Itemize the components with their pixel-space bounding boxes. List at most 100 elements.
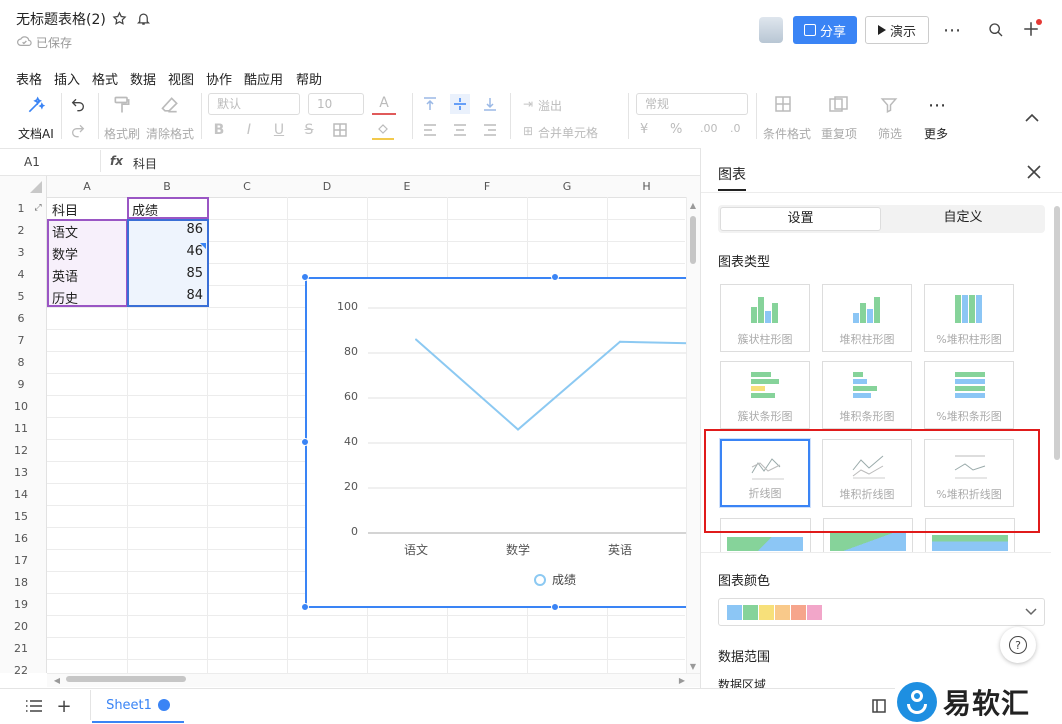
overflow-select[interactable]: 溢出	[538, 97, 562, 114]
panel-scrollbar-thumb[interactable]	[1054, 206, 1060, 460]
row-header-22[interactable]: 22	[10, 664, 32, 677]
align-right-icon[interactable]	[480, 120, 500, 140]
resize-handle[interactable]	[551, 273, 559, 281]
select-all-corner[interactable]	[30, 181, 42, 193]
resize-handle[interactable]	[301, 438, 309, 446]
more-icon[interactable]: ⋯	[940, 20, 964, 41]
row-header-16[interactable]: 16	[10, 532, 32, 545]
scroll-up-icon[interactable]: ▲	[688, 200, 698, 210]
cell-b3[interactable]: 46	[132, 244, 203, 259]
expand-row-icon[interactable]: ⤢	[32, 202, 44, 214]
bell-icon[interactable]	[134, 9, 152, 27]
filter-icon[interactable]	[874, 94, 904, 116]
font-select[interactable]: 默认	[208, 93, 300, 115]
scroll-right-icon[interactable]: ▶	[677, 675, 687, 685]
row-header-6[interactable]: 6	[10, 312, 32, 325]
fill-color-icon[interactable]	[372, 120, 394, 140]
align-bottom-icon[interactable]	[480, 94, 500, 114]
bold-icon[interactable]: B	[210, 120, 228, 140]
align-middle-icon[interactable]	[450, 94, 470, 114]
column-header-b[interactable]: B	[127, 177, 207, 197]
row-header-19[interactable]: 19	[10, 598, 32, 611]
italic-icon[interactable]: I	[240, 120, 258, 140]
row-header-7[interactable]: 7	[10, 334, 32, 347]
formula-input[interactable]: 科目	[133, 155, 157, 172]
cell-b4[interactable]: 85	[132, 266, 203, 281]
avatar[interactable]	[759, 17, 783, 43]
align-center-icon[interactable]	[450, 120, 470, 140]
column-header-g[interactable]: G	[527, 177, 607, 197]
strikethrough-icon[interactable]: S	[300, 120, 318, 140]
add-sheet-icon[interactable]: +	[54, 696, 74, 717]
cell-reference[interactable]: A1	[24, 155, 40, 169]
row-header-15[interactable]: 15	[10, 510, 32, 523]
percent-button[interactable]: %	[670, 122, 682, 137]
color-palette-select[interactable]	[718, 598, 1045, 626]
menu-help[interactable]: 帮助	[296, 69, 322, 88]
merge-cells-button[interactable]: 合并单元格	[538, 124, 598, 141]
menu-table[interactable]: 表格	[16, 69, 42, 88]
present-button[interactable]: 演示	[865, 16, 929, 44]
chart-type-card-2[interactable]: %堆积柱形图	[924, 284, 1014, 352]
cell-b1[interactable]: 成绩	[132, 200, 158, 219]
column-header-e[interactable]: E	[367, 177, 447, 197]
row-header-1[interactable]: 1	[10, 202, 32, 215]
share-button[interactable]: 分享	[793, 16, 857, 44]
resize-handle[interactable]	[301, 273, 309, 281]
search-icon[interactable]	[986, 20, 1006, 40]
menu-apps[interactable]: 酷应用	[244, 69, 283, 88]
collapse-toolbar-icon[interactable]	[1022, 108, 1042, 128]
cell-a4[interactable]: 英语	[52, 266, 78, 285]
star-icon[interactable]	[110, 9, 128, 27]
row-header-17[interactable]: 17	[10, 554, 32, 567]
column-header-d[interactable]: D	[287, 177, 367, 197]
eraser-icon[interactable]	[158, 94, 182, 116]
row-header-14[interactable]: 14	[10, 488, 32, 501]
row-header-10[interactable]: 10	[10, 400, 32, 413]
conditional-format-icon[interactable]	[770, 94, 800, 116]
row-header-21[interactable]: 21	[10, 642, 32, 655]
chart-type-card-5[interactable]: %堆积条形图	[924, 361, 1014, 429]
column-header-a[interactable]: A	[47, 177, 127, 197]
document-title[interactable]: 无标题表格(2)	[16, 9, 106, 29]
row-header-9[interactable]: 9	[10, 378, 32, 391]
sheet-tab[interactable]: Sheet1	[92, 689, 184, 723]
border-icon[interactable]	[330, 120, 350, 140]
increase-decimal-button[interactable]: .00	[700, 122, 718, 135]
column-header-f[interactable]: F	[447, 177, 527, 197]
currency-button[interactable]: ¥	[640, 122, 648, 137]
row-header-13[interactable]: 13	[10, 466, 32, 479]
close-icon[interactable]	[1024, 162, 1044, 182]
row-header-2[interactable]: 2	[10, 224, 32, 237]
chart-type-card-1[interactable]: 堆积柱形图	[822, 284, 912, 352]
row-header-18[interactable]: 18	[10, 576, 32, 589]
align-top-icon[interactable]	[420, 94, 440, 114]
menu-data[interactable]: 数据	[130, 69, 156, 88]
number-format-select[interactable]: 常规	[636, 93, 748, 115]
cell-a5[interactable]: 历史	[52, 288, 78, 307]
tab-custom[interactable]: 自定义	[883, 207, 1043, 231]
cell-a2[interactable]: 语文	[52, 222, 78, 241]
ai-label[interactable]: 文档AI	[18, 125, 54, 142]
vertical-scrollbar-thumb[interactable]	[690, 216, 696, 264]
chart-type-card-0[interactable]: 簇状柱形图	[720, 284, 810, 352]
cell-a3[interactable]: 数学	[52, 244, 78, 263]
scroll-left-icon[interactable]: ◀	[52, 675, 62, 685]
row-header-4[interactable]: 4	[10, 268, 32, 281]
menu-format[interactable]: 格式	[92, 69, 118, 88]
menu-insert[interactable]: 插入	[54, 69, 80, 88]
format-brush-icon[interactable]	[110, 94, 134, 116]
decrease-decimal-button[interactable]: .0	[730, 122, 741, 135]
align-left-icon[interactable]	[420, 120, 440, 140]
help-button[interactable]: ?	[1000, 627, 1036, 663]
cell-b5[interactable]: 84	[132, 288, 203, 303]
undo-icon[interactable]	[68, 94, 88, 114]
font-color-icon[interactable]: A	[372, 93, 396, 115]
resize-handle[interactable]	[551, 603, 559, 611]
layout-icon[interactable]	[870, 697, 888, 715]
row-header-5[interactable]: 5	[10, 290, 32, 303]
horizontal-scrollbar-thumb[interactable]	[66, 676, 186, 682]
ai-wand-icon[interactable]	[24, 94, 48, 116]
underline-icon[interactable]: U	[270, 120, 288, 140]
chart-type-card-3[interactable]: 簇状条形图	[720, 361, 810, 429]
